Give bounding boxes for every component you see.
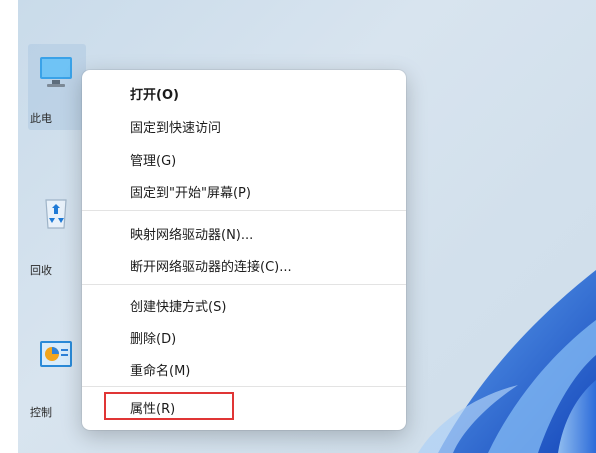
menu-item-create-shortcut[interactable]: 创建快捷方式(S) <box>86 290 402 318</box>
desktop-icon-this-pc[interactable]: 此电 <box>28 44 86 130</box>
menu-item-map-network-drive[interactable]: 映射网络驱动器(N)... <box>86 218 402 246</box>
menu-item-disconnect-network-drive[interactable]: 断开网络驱动器的连接(C)... <box>86 250 402 278</box>
menu-item-pin-quick-access[interactable]: 固定到快速访问 <box>86 111 402 139</box>
menu-item-label: 重命名(M) <box>130 364 191 379</box>
desktop-icon-label: 回收 <box>30 264 52 277</box>
menu-item-pin-start[interactable]: 固定到"开始"屏幕(P) <box>86 176 402 204</box>
monitor-icon <box>40 57 72 87</box>
menu-item-label: 管理(G) <box>130 154 177 169</box>
menu-item-rename[interactable]: 重命名(M) <box>86 354 402 382</box>
menu-item-label: 打开(O) <box>130 88 179 103</box>
properties-highlight-box <box>104 392 234 420</box>
menu-separator <box>82 210 406 211</box>
menu-separator <box>82 386 406 387</box>
screen: 此电 回收 控制 打开(O) 固定到快速访问 管理(G) 固定到"开始"屏幕(P… <box>0 0 596 453</box>
menu-item-manage[interactable]: 管理(G) <box>86 144 402 172</box>
menu-item-label: 映射网络驱动器(N)... <box>130 228 254 243</box>
menu-item-open[interactable]: 打开(O) <box>86 78 402 106</box>
context-menu: 打开(O) 固定到快速访问 管理(G) 固定到"开始"屏幕(P) 映射网络驱动器… <box>82 70 406 430</box>
desktop-icon-label: 此电 <box>30 112 52 125</box>
desktop[interactable]: 此电 回收 控制 打开(O) 固定到快速访问 管理(G) 固定到"开始"屏幕(P… <box>18 0 596 453</box>
control-panel-icon <box>40 341 72 367</box>
menu-item-label: 固定到"开始"屏幕(P) <box>130 186 251 201</box>
menu-item-delete[interactable]: 删除(D) <box>86 322 402 350</box>
recycle-bin-icon <box>45 199 67 229</box>
menu-item-label: 断开网络驱动器的连接(C)... <box>130 260 292 275</box>
desktop-icon-control-panel[interactable]: 控制 <box>28 332 86 419</box>
menu-separator <box>82 284 406 285</box>
menu-item-label: 固定到快速访问 <box>130 121 222 136</box>
desktop-icon-recycle-bin[interactable]: 回收 <box>28 186 86 277</box>
desktop-icon-label: 控制 <box>30 406 52 419</box>
menu-item-label: 删除(D) <box>130 332 177 347</box>
menu-item-label: 创建快捷方式(S) <box>130 300 227 315</box>
